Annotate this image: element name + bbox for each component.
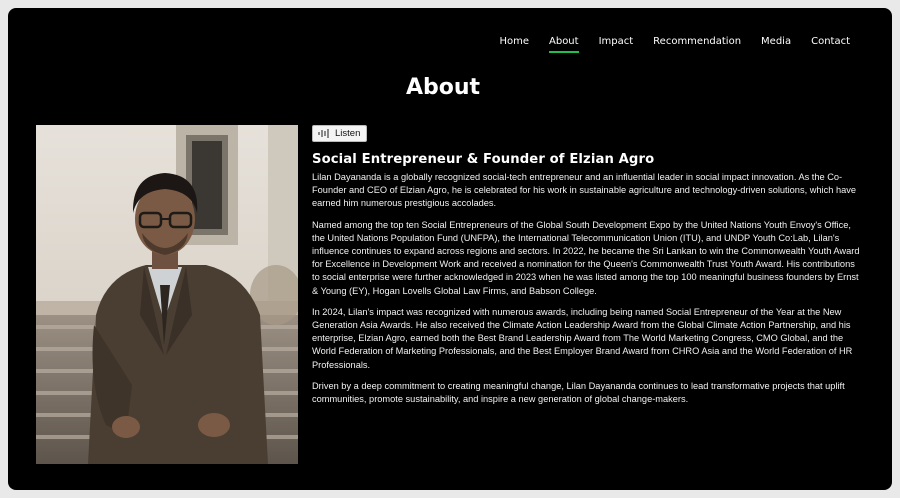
bio-paragraph-2: Named among the top ten Social Entrepren… xyxy=(312,219,860,296)
bio-paragraph-1: Lilan Dayananda is a globally recognized… xyxy=(312,172,856,209)
nav-contact[interactable]: Contact xyxy=(811,36,850,51)
nav-recommendation[interactable]: Recommendation xyxy=(653,36,741,51)
audio-icon xyxy=(318,129,330,138)
profile-heading: Social Entrepreneur & Founder of Elzian … xyxy=(312,152,655,167)
bio-paragraph-4: Driven by a deep commitment to creating … xyxy=(312,380,845,405)
profile-photo xyxy=(36,125,298,464)
page-title: About xyxy=(405,75,481,100)
nav-home[interactable]: Home xyxy=(499,36,529,51)
nav-media[interactable]: Media xyxy=(761,36,791,51)
nav-about[interactable]: About xyxy=(549,36,579,53)
page-frame: Home About Impact Recommendation Media C… xyxy=(8,8,892,490)
nav-impact[interactable]: Impact xyxy=(599,36,634,51)
about-content: Listen Social Entrepreneur & Founder of … xyxy=(312,125,860,406)
listen-button[interactable]: Listen xyxy=(312,125,368,142)
top-nav: Home About Impact Recommendation Media C… xyxy=(479,36,850,53)
bio-paragraph-3: In 2024, Lilan's impact was recognized w… xyxy=(312,306,853,370)
listen-label: Listen xyxy=(335,128,361,139)
